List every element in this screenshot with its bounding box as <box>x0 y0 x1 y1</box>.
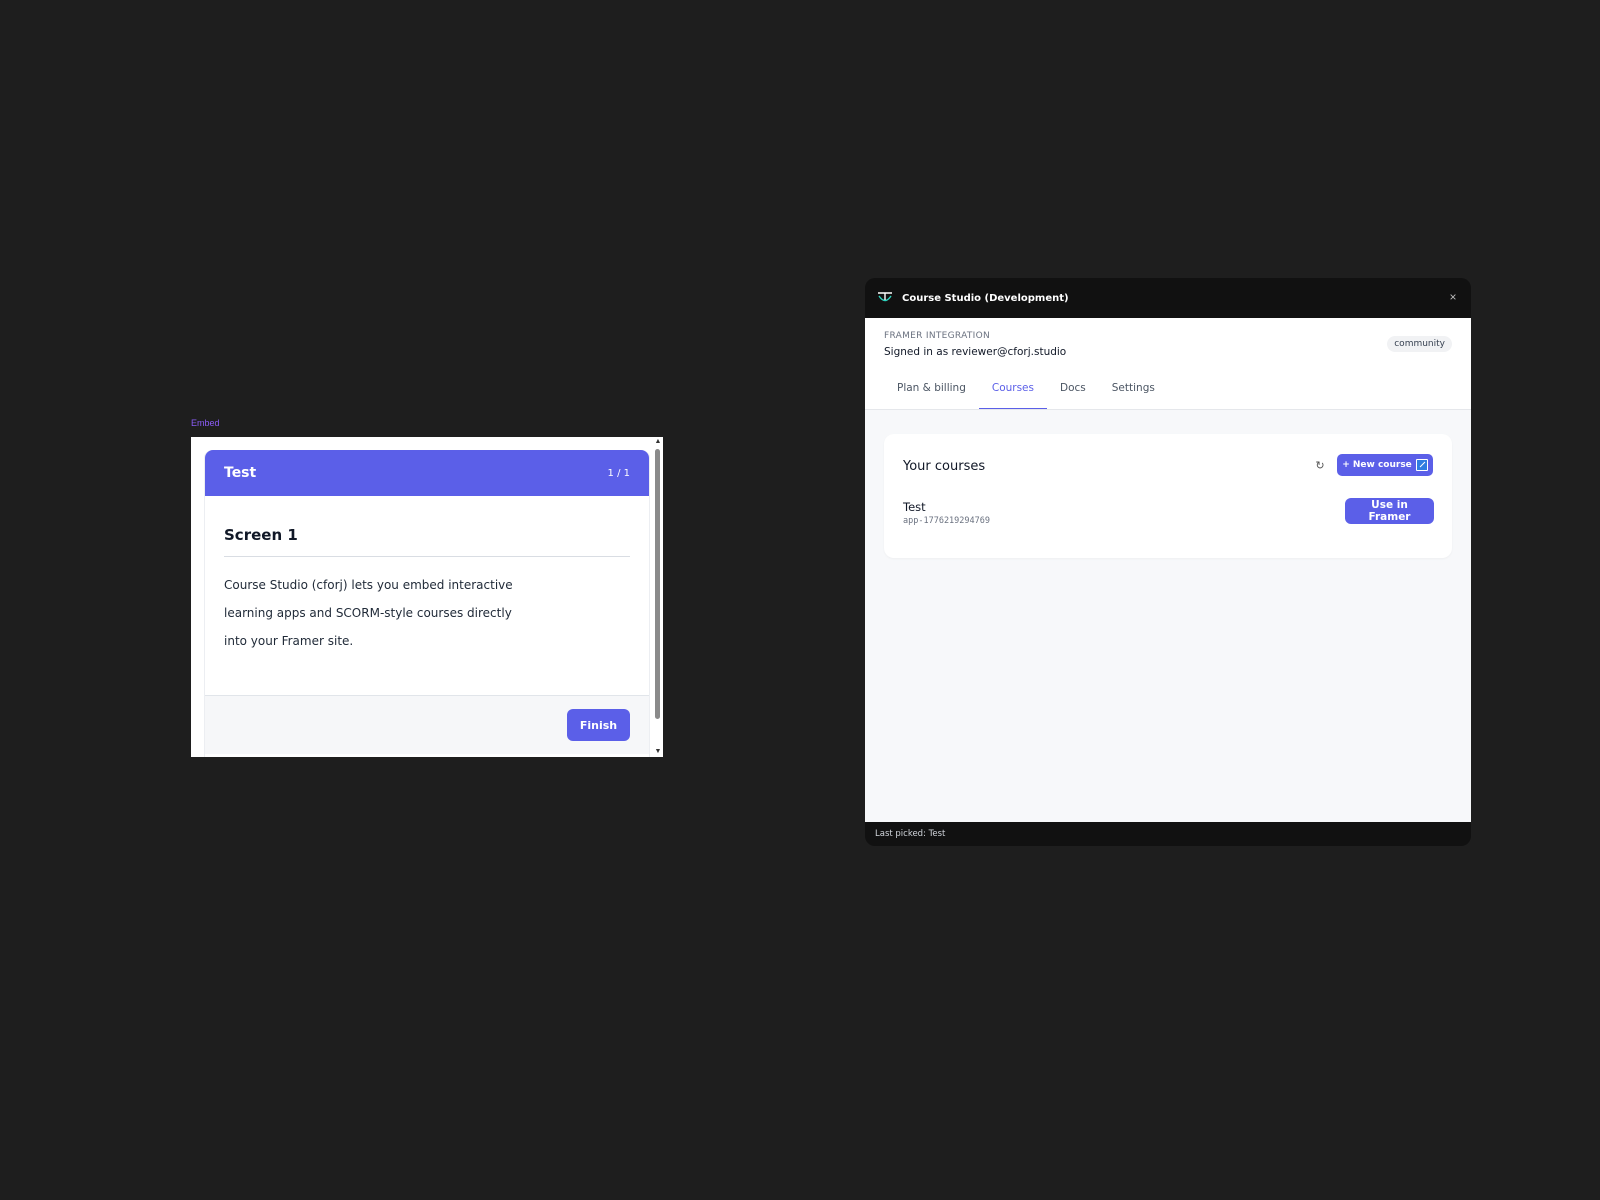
embed-label[interactable]: Embed <box>191 418 220 428</box>
scroll-up-icon[interactable]: ▲ <box>654 438 662 446</box>
new-course-button[interactable]: + New course <box>1337 454 1433 476</box>
tab-courses[interactable]: Courses <box>978 375 1047 409</box>
scroll-down-icon[interactable]: ▼ <box>654 748 662 756</box>
courses-card-title: Your courses <box>903 459 986 474</box>
status-bar: Last picked: Test <box>875 829 946 839</box>
tab-plan-billing[interactable]: Plan & billing <box>884 375 979 409</box>
signed-in-text: Signed in as reviewer@cforj.studio <box>884 346 1067 358</box>
screen-text: Course Studio (cforj) lets you embed int… <box>224 578 513 648</box>
plan-badge: community <box>1387 336 1452 352</box>
refresh-icon[interactable]: ↻ <box>1312 458 1328 474</box>
new-course-label: + New course <box>1342 460 1412 470</box>
embed-frame[interactable]: Test 1 / 1 Screen 1 Course Studio (cforj… <box>191 437 663 757</box>
course-card: Test 1 / 1 Screen 1 Course Studio (cforj… <box>204 450 650 757</box>
tab-settings[interactable]: Settings <box>1099 375 1168 409</box>
plugin-title: Course Studio (Development) <box>902 292 1069 304</box>
use-in-framer-button[interactable]: Use in Framer <box>1345 498 1434 524</box>
tab-docs[interactable]: Docs <box>1047 375 1099 409</box>
course-item-id: app-1776219294769 <box>903 516 990 526</box>
plugin-header: FRAMER INTEGRATION Signed in as reviewer… <box>865 318 1471 410</box>
course-item-name: Test <box>903 500 926 514</box>
course-title: Test <box>224 465 257 481</box>
external-link-icon <box>1415 459 1428 471</box>
course-body: Screen 1 Course Studio (cforj) lets you … <box>205 496 649 683</box>
plugin-titlebar: Course Studio (Development) × <box>865 278 1471 318</box>
course-header: Test 1 / 1 <box>205 450 649 496</box>
close-icon[interactable]: × <box>1446 290 1460 304</box>
integration-kicker: FRAMER INTEGRATION <box>884 331 991 341</box>
course-progress: 1 / 1 <box>607 467 630 479</box>
courses-card: Your courses ↻ + New course Test app-177… <box>884 434 1452 558</box>
course-footer: Finish <box>205 695 649 754</box>
embed-scrollbar[interactable]: ▲ ▼ <box>653 437 663 757</box>
plugin-content: FRAMER INTEGRATION Signed in as reviewer… <box>865 318 1471 822</box>
plugin-window: Course Studio (Development) × FRAMER INT… <box>865 278 1471 846</box>
tab-bar: Plan & billing Courses Docs Settings <box>884 375 1168 409</box>
screen-title: Screen 1 <box>224 526 630 557</box>
course-studio-logo-icon <box>878 292 892 302</box>
scrollbar-thumb[interactable] <box>655 449 660 719</box>
finish-button[interactable]: Finish <box>567 709 630 741</box>
